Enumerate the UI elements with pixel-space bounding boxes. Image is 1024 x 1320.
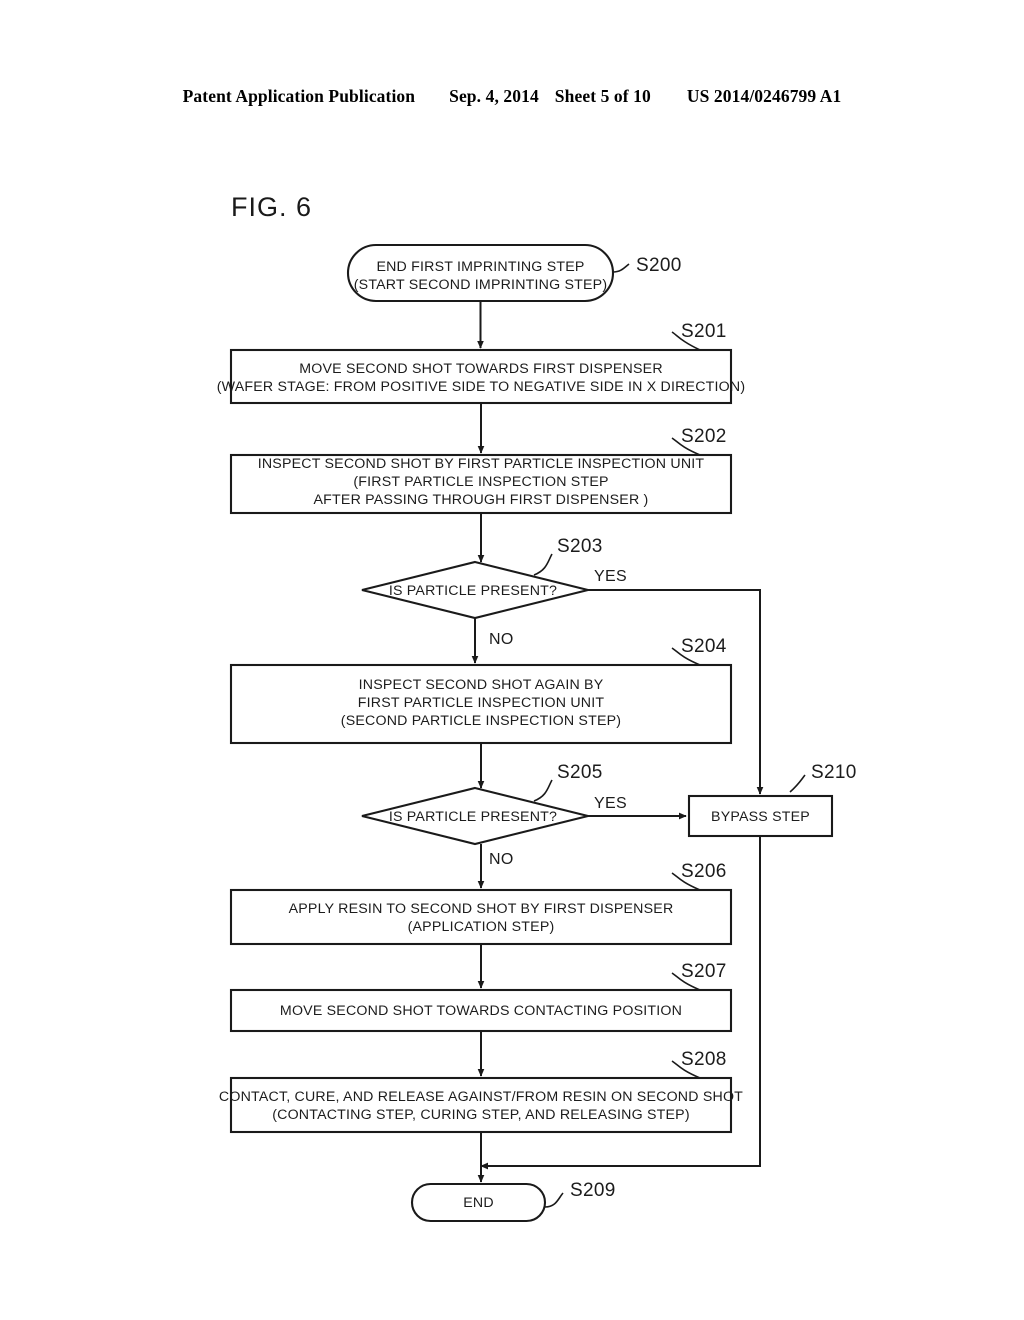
- step-label-s210: S210: [811, 762, 857, 783]
- node-s210-line1: BYPASS STEP: [711, 809, 810, 825]
- node-s204-line3: (SECOND PARTICLE INSPECTION STEP): [341, 713, 621, 729]
- node-s209: END: [410, 1182, 547, 1223]
- leader-s200: [612, 263, 630, 273]
- node-s203-line1: IS PARTICLE PRESENT?: [389, 583, 557, 599]
- node-s200-line1: END FIRST IMPRINTING STEP: [376, 259, 584, 275]
- branch-label-s203-no: NO: [489, 631, 514, 648]
- leader-s209: [544, 1192, 564, 1208]
- node-s209-line1: END: [463, 1195, 494, 1211]
- step-label-s201: S201: [681, 321, 727, 342]
- node-s206-line1: APPLY RESIN TO SECOND SHOT BY FIRST DISP…: [289, 901, 674, 917]
- step-label-s207: S207: [681, 961, 727, 982]
- node-s208-line2: (CONTACTING STEP, CURING STEP, AND RELEA…: [272, 1107, 690, 1123]
- branch-label-s203-yes: YES: [594, 568, 627, 585]
- node-s201-line2: (WAFER STAGE: FROM POSITIVE SIDE TO NEGA…: [217, 379, 746, 395]
- patent-page: Patent Application Publication Sep. 4, 2…: [0, 0, 1024, 1320]
- node-s206: APPLY RESIN TO SECOND SHOT BY FIRST DISP…: [229, 888, 733, 946]
- node-s208-shape: [229, 1076, 733, 1134]
- node-s201-line1: MOVE SECOND SHOT TOWARDS FIRST DISPENSER: [299, 361, 663, 377]
- step-label-s203: S203: [557, 536, 603, 557]
- leader-s205: [533, 779, 553, 802]
- node-s203: IS PARTICLE PRESENT?: [361, 560, 589, 620]
- node-s200: END FIRST IMPRINTING STEP (START SECOND …: [346, 243, 615, 303]
- step-label-s204: S204: [681, 636, 727, 657]
- node-s204-line1: INSPECT SECOND SHOT AGAIN BY: [359, 677, 604, 693]
- node-s202: INSPECT SECOND SHOT BY FIRST PARTICLE IN…: [229, 453, 733, 515]
- node-s206-line2: (APPLICATION STEP): [408, 919, 555, 935]
- node-s204-line2: FIRST PARTICLE INSPECTION UNIT: [358, 695, 605, 711]
- node-s202-line1: INSPECT SECOND SHOT BY FIRST PARTICLE IN…: [258, 456, 705, 472]
- node-s204: INSPECT SECOND SHOT AGAIN BY FIRST PARTI…: [229, 663, 733, 745]
- node-s205-line1: IS PARTICLE PRESENT?: [389, 809, 557, 825]
- step-label-s206: S206: [681, 861, 727, 882]
- step-label-s202: S202: [681, 426, 727, 447]
- node-s206-shape: [229, 888, 733, 946]
- node-s207-line1: MOVE SECOND SHOT TOWARDS CONTACTING POSI…: [280, 1003, 682, 1019]
- flowchart-diagram: END FIRST IMPRINTING STEP (START SECOND …: [217, 243, 857, 1223]
- node-s207: MOVE SECOND SHOT TOWARDS CONTACTING POSI…: [229, 988, 733, 1033]
- step-label-s200: S200: [636, 255, 682, 276]
- node-s201: MOVE SECOND SHOT TOWARDS FIRST DISPENSER…: [217, 348, 746, 405]
- node-s205: IS PARTICLE PRESENT?: [361, 786, 589, 846]
- node-s202-line2: (FIRST PARTICLE INSPECTION STEP: [353, 474, 608, 490]
- node-s200-line2: (START SECOND IMPRINTING STEP): [354, 277, 608, 293]
- node-s202-line3: AFTER PASSING THROUGH FIRST DISPENSER ): [314, 492, 649, 508]
- branch-label-s205-no: NO: [489, 851, 514, 868]
- step-label-s205: S205: [557, 762, 603, 783]
- leader-s210: [789, 774, 806, 793]
- node-s210: BYPASS STEP: [687, 794, 834, 838]
- leader-s203: [533, 553, 553, 576]
- node-s208-line1: CONTACT, CURE, AND RELEASE AGAINST/FROM …: [219, 1089, 743, 1105]
- step-label-s209: S209: [570, 1180, 616, 1201]
- step-label-s208: S208: [681, 1049, 727, 1070]
- node-s208: CONTACT, CURE, AND RELEASE AGAINST/FROM …: [219, 1076, 743, 1134]
- branch-label-s205-yes: YES: [594, 795, 627, 812]
